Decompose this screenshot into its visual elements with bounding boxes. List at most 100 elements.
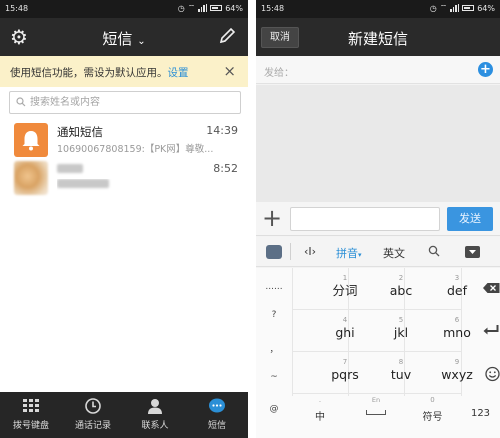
alarm-icon: ◷ [177,3,185,13]
settings-link[interactable]: 设置 [168,67,189,79]
dropdown-triangle-icon: ▾ [358,251,362,259]
wifi-icon: ⌔ [439,3,448,12]
signal-icon [198,4,208,12]
pencil-icon[interactable] [218,26,236,46]
tab-messages[interactable]: 短信 [186,392,248,438]
numeric-key[interactable]: 123 [461,396,500,438]
status-bar: 15:48 ◷ ⌔ 64% [256,0,500,18]
battery-level: 64% [477,3,495,13]
symbol-key[interactable]: @ [256,404,292,414]
battery-level: 64% [225,3,243,13]
t9-key[interactable]: 7 pqrs [295,354,359,392]
tab-dialpad[interactable]: 拨号键盘 [0,392,62,438]
tab-label: 联系人 [141,421,169,431]
t9-key[interactable]: 5 jkl [351,312,408,350]
recipient-row[interactable]: 发给： + [256,56,500,84]
symbol-key[interactable]: ? [256,310,292,320]
new-sms-screen: 15:48 ◷ ⌔ 64% 取消 新建短信 发给： + + 发送 ‹I› 拼音▾… [256,0,500,438]
ime-logo-icon[interactable] [266,245,282,259]
dialpad-icon [23,399,39,412]
page-title: 新建短信 [347,30,408,48]
symbol-column: ...... ? ， ~ @ [256,268,292,438]
symbol-key[interactable]: ...... [256,282,292,292]
wifi-icon: ⌔ [187,3,196,12]
pinyin-mode[interactable]: 拼音▾ [336,245,362,261]
symbol-key[interactable]: ~ [256,372,292,382]
emoji-key[interactable] [461,354,500,392]
alarm-icon: ◷ [429,3,437,13]
message-input[interactable] [290,207,440,231]
conversation-time: 8:52 [213,162,238,175]
divider [292,268,293,396]
t9-key[interactable]: 6 mno [407,312,471,350]
search-box[interactable] [9,91,241,114]
message-area [256,85,500,202]
tab-label: 拨号键盘 [12,421,49,431]
hide-keyboard-icon[interactable] [465,246,480,258]
avatar [14,161,48,195]
send-button[interactable]: 发送 [447,207,493,231]
battery-icon [462,5,475,11]
symbol-key[interactable]: ， [256,342,292,355]
backspace-icon [483,283,500,293]
tab-contacts[interactable]: 联系人 [124,392,186,438]
t9-key[interactable]: 3 def [407,270,467,308]
default-app-notice: 使用短信功能，需设为默认应用。设置 × [0,56,248,87]
status-time: 15:48 [5,4,29,13]
keyboard-toolbar: ‹I› 拼音▾ 英文 [256,237,500,267]
search-input[interactable] [30,94,235,111]
signal-icon [450,4,460,12]
bottom-tab-bar: 拨号键盘 通话记录 联系人 短信 [0,392,248,438]
divider [290,243,291,260]
conversation-name-blurred [57,162,83,176]
t9-key[interactable]: 9 wxyz [407,354,473,392]
close-icon[interactable]: × [223,62,236,80]
sms-header: ⚙ 短信 ⌄ [0,18,248,56]
sms-list-screen: 15:48 ◷ ⌔ 64% ⚙ 短信 ⌄ 使用短信功能，需设为默认应用。设置 × [0,0,248,438]
conversation-item[interactable]: 通知短信 14:39 10690067808159:【PK网】尊敬... [0,120,248,158]
conversation-time: 14:39 [206,124,238,137]
search-icon[interactable] [428,245,440,257]
divider [292,309,461,310]
recipient-label: 发给： [264,68,294,79]
divider [292,351,461,352]
search-icon [16,97,26,107]
divider [292,393,461,394]
tab-label: 通话记录 [74,421,111,431]
bell-avatar [14,123,48,157]
enter-key[interactable] [461,312,500,350]
conversation-item[interactable]: 8:52 [0,158,248,196]
chevron-down-icon: ⌄ [137,36,146,47]
conversation-name: 通知短信 [57,125,103,139]
t9-key[interactable]: 4 ghi [295,312,354,350]
space-key[interactable]: En [348,396,404,438]
bell-icon [22,131,40,151]
enter-icon [483,325,499,335]
cursor-move-icon[interactable]: ‹I› [304,245,316,258]
symbol-key[interactable]: 0 符号 [404,396,461,438]
t9-keyboard: ...... ? ， ~ @ 1 分词 2 abc 3 def 4 ghi 5 jkl 6… [256,268,500,438]
add-recipient-icon[interactable]: + [478,62,493,77]
space-bar-icon [366,410,386,415]
chat-bubble-icon [209,398,225,413]
new-sms-header: 取消 新建短信 [256,18,500,56]
english-mode[interactable]: 英文 [383,245,405,261]
smiley-icon [485,366,500,382]
battery-icon [210,5,223,11]
page-title: 短信 [102,30,133,48]
backspace-key[interactable] [461,270,500,308]
status-icons: ◷ ⌔ 64% [178,3,243,13]
tab-call-log[interactable]: 通话记录 [62,392,124,438]
sms-title-dropdown[interactable]: 短信 ⌄ [0,28,248,49]
person-icon [148,399,162,414]
compose-bar: + 发送 [256,202,500,236]
t9-key[interactable]: 1 分词 [295,270,357,308]
conversation-snippet: 10690067808159:【PK网】尊敬... [57,144,214,155]
conversation-snippet-blurred [57,179,242,191]
chinese-mode-key[interactable]: · 中 [304,396,336,438]
t9-key[interactable]: 2 abc [351,270,412,308]
tab-label: 短信 [207,421,226,431]
t9-key[interactable]: 8 tuv [351,354,411,392]
plus-icon[interactable]: + [262,205,282,231]
notice-text: 使用短信功能，需设为默认应用。 [10,67,168,79]
